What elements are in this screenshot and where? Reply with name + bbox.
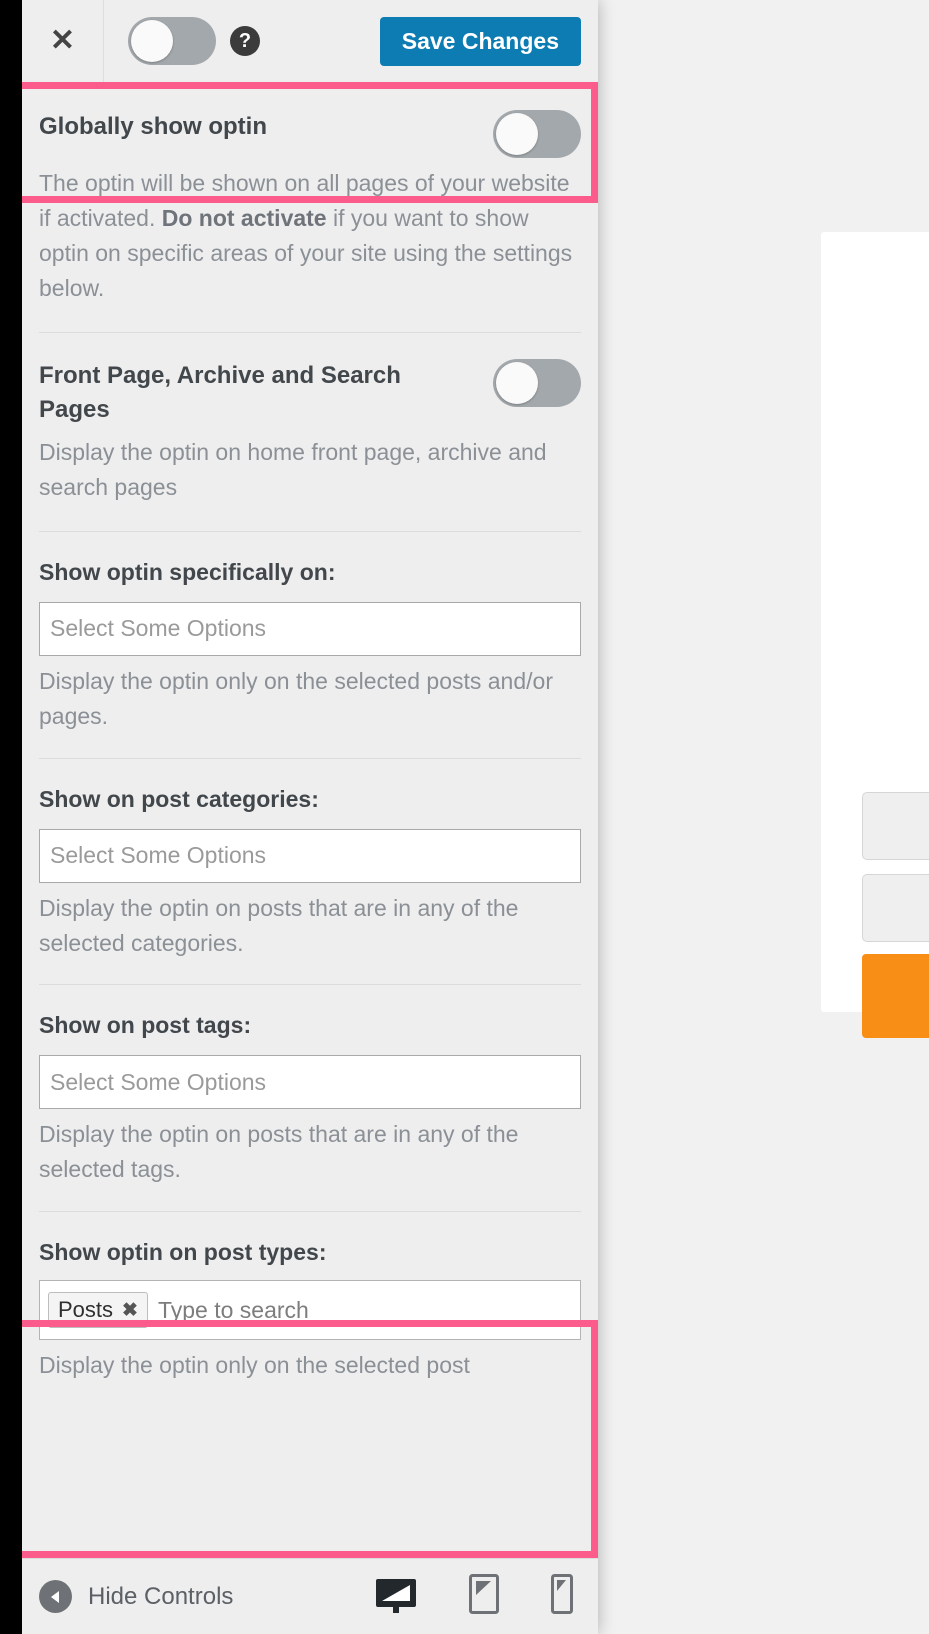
optin-preview-area xyxy=(598,0,929,1634)
post-types-label: Show optin on post types: xyxy=(39,1239,327,1266)
post-tags-select[interactable]: Select Some Options xyxy=(39,1055,581,1110)
globally-show-optin-toggle[interactable] xyxy=(493,110,581,158)
settings-list: Globally show optin The optin will be sh… xyxy=(22,82,598,1558)
panel-header: ✕ ? Save Changes xyxy=(22,0,598,82)
toggle-knob xyxy=(496,361,538,404)
front-page-toggle[interactable] xyxy=(493,358,581,407)
setting-show-on-post-tags: Show on post tags: Select Some Options D… xyxy=(22,985,598,1211)
toggle-knob xyxy=(131,20,173,62)
header-toggle-group: ? xyxy=(104,17,260,65)
optin-enable-toggle[interactable] xyxy=(128,17,216,65)
tablet-preview-icon[interactable] xyxy=(469,1574,499,1619)
post-types-select[interactable]: Posts ✖ Type to search xyxy=(39,1280,581,1341)
select-placeholder: Select Some Options xyxy=(50,615,267,642)
desc-text-bold: Do not activate xyxy=(161,204,327,231)
hide-controls-button[interactable]: Hide Controls xyxy=(39,1580,233,1613)
customizer-screen: ✕ ? Save Changes Globally show optin The… xyxy=(0,0,929,1634)
close-icon[interactable]: ✕ xyxy=(22,0,104,82)
setting-show-on-post-categories: Show on post categories: Select Some Opt… xyxy=(22,759,598,985)
post-tags-label: Show on post tags: xyxy=(39,1012,252,1039)
show-specifically-select[interactable]: Select Some Options xyxy=(39,601,581,656)
select-placeholder: Select Some Options xyxy=(50,1068,267,1095)
preview-input-field-2[interactable] xyxy=(862,874,929,942)
chip-remove-icon[interactable]: ✖ xyxy=(122,1299,138,1322)
setting-globally-show-optin: Globally show optin The optin will be sh… xyxy=(22,82,598,332)
setting-front-page-archive-search: Front Page, Archive and Search Pages Dis… xyxy=(22,333,598,531)
globally-show-optin-title: Globally show optin xyxy=(39,113,267,140)
device-preview-switcher xyxy=(375,1574,581,1619)
front-page-description: Display the optin on home front page, ar… xyxy=(39,438,547,500)
setting-show-optin-specifically-on: Show optin specifically on: Select Some … xyxy=(22,532,598,758)
back-arrow-circle-icon xyxy=(39,1580,72,1613)
desktop-preview-icon[interactable] xyxy=(375,1578,417,1619)
post-types-description: Display the optin only on the selected p… xyxy=(39,1352,470,1379)
setting-show-optin-on-post-types: Show optin on post types: Posts ✖ Type t… xyxy=(22,1212,598,1407)
show-specifically-label: Show optin specifically on: xyxy=(39,558,336,585)
show-specifically-description: Display the optin only on the selected p… xyxy=(39,667,553,729)
screen-left-gutter xyxy=(0,0,22,1634)
customizer-control-panel: ✕ ? Save Changes Globally show optin The… xyxy=(22,0,598,1634)
post-categories-description: Display the optin on posts that are in a… xyxy=(39,894,519,956)
post-categories-label: Show on post categories: xyxy=(39,785,319,812)
post-type-chip-posts[interactable]: Posts ✖ xyxy=(48,1292,148,1329)
optin-preview-card xyxy=(821,232,929,1038)
save-changes-button[interactable]: Save Changes xyxy=(379,17,581,66)
question-mark-icon[interactable]: ? xyxy=(230,26,260,56)
panel-footer: Hide Controls xyxy=(22,1558,598,1634)
toggle-knob xyxy=(496,113,538,155)
select-placeholder: Select Some Options xyxy=(50,842,267,869)
globally-show-optin-description: The optin will be shown on all pages of … xyxy=(39,166,581,306)
hide-controls-label: Hide Controls xyxy=(88,1582,234,1610)
preview-input-field-1[interactable] xyxy=(862,792,929,860)
post-categories-select[interactable]: Select Some Options xyxy=(39,828,581,883)
post-types-placeholder: Type to search xyxy=(157,1296,309,1323)
post-tags-description: Display the optin on posts that are in a… xyxy=(39,1121,519,1183)
front-page-title: Front Page, Archive and Search Pages xyxy=(39,361,401,423)
chip-label: Posts xyxy=(58,1297,114,1323)
mobile-preview-icon[interactable] xyxy=(551,1574,573,1619)
preview-submit-button[interactable] xyxy=(862,954,929,1038)
